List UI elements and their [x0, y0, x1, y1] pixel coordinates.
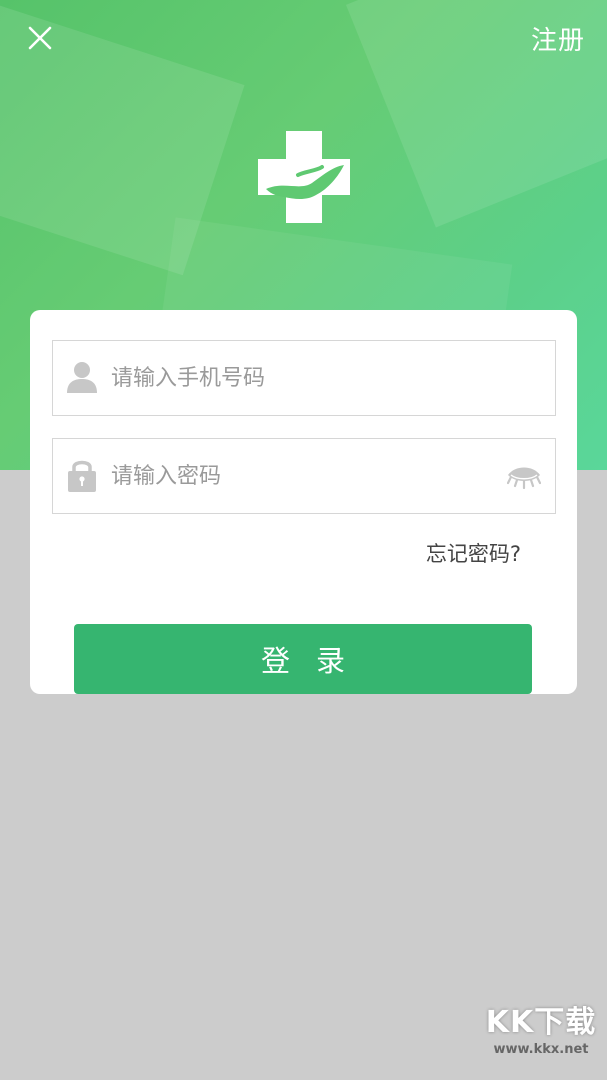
medical-cross-hand-icon [258, 131, 350, 223]
watermark: KK下载 www.kkx.net [481, 1004, 601, 1076]
watermark-brand: KK下载 [485, 1005, 597, 1040]
close-button[interactable] [20, 18, 60, 58]
login-card: 忘记密码? 登录 [30, 310, 577, 694]
register-link[interactable]: 注册 [531, 20, 585, 57]
phone-input[interactable] [111, 351, 491, 405]
close-icon [28, 26, 52, 50]
user-icon [67, 362, 97, 393]
watermark-url: www.kkx.net [493, 1042, 589, 1057]
phone-field[interactable] [52, 340, 556, 416]
login-button[interactable]: 登录 [74, 624, 532, 694]
eye-closed-icon[interactable] [507, 463, 541, 489]
password-field[interactable] [52, 438, 556, 514]
password-input[interactable] [111, 449, 491, 503]
forgot-password-link[interactable]: 忘记密码? [426, 538, 521, 568]
lock-icon [68, 460, 96, 492]
